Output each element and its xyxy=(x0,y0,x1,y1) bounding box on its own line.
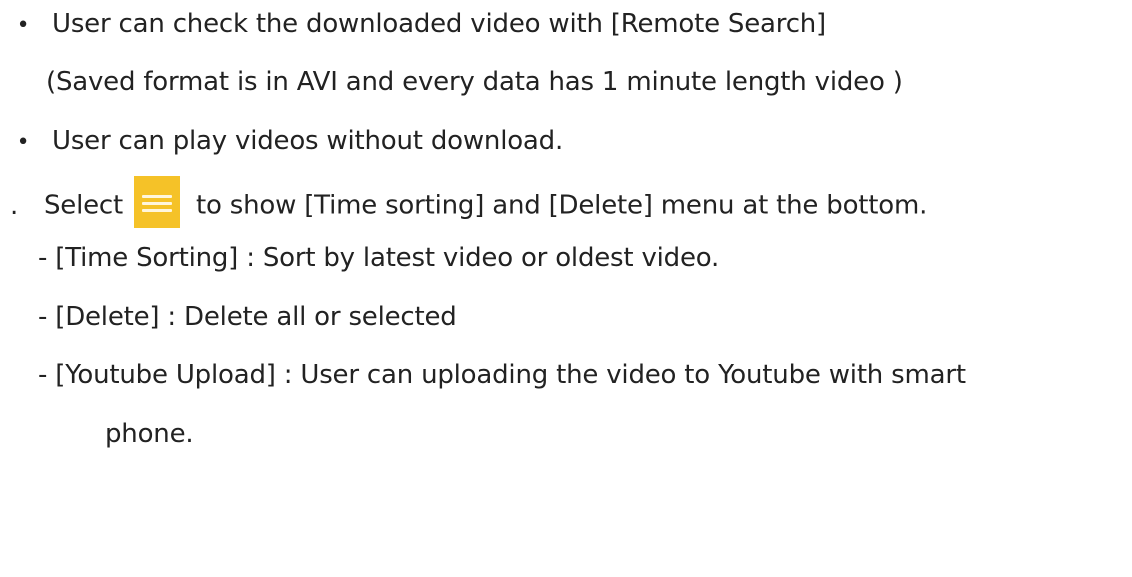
bullet-line-remote-search: • User can check the downloaded video wit… xyxy=(0,4,827,44)
youtube-upload-line: - [Youtube Upload] : User can uploading … xyxy=(0,355,966,395)
saved-format-text: (Saved format is in AVI and every data h… xyxy=(46,67,903,97)
bullet-mark: • xyxy=(16,130,30,155)
select-menu-description: to show [Time sorting] and [Delete] menu… xyxy=(196,190,928,221)
youtube-upload-text: - [Youtube Upload] : User can uploading … xyxy=(38,360,966,390)
time-sorting-line: - [Time Sorting] : Sort by latest video … xyxy=(0,238,719,278)
play-videos-text: User can play videos without download. xyxy=(52,126,564,156)
bullet-line-play-videos: • User can play videos without download. xyxy=(0,121,564,161)
delete-text: - [Delete] : Delete all or selected xyxy=(38,302,457,332)
saved-format-note: (Saved format is in AVI and every data h… xyxy=(0,62,903,102)
delete-line: - [Delete] : Delete all or selected xyxy=(0,297,457,337)
remote-search-text: User can check the downloaded video with… xyxy=(52,9,827,39)
select-label: Select xyxy=(44,190,124,221)
dot-mark: . xyxy=(10,190,19,221)
bullet-mark: • xyxy=(16,13,30,38)
select-menu-line: . Select to show [Time sorting] and [Delet… xyxy=(0,176,928,228)
time-sorting-text: - [Time Sorting] : Sort by latest video … xyxy=(38,243,720,273)
youtube-upload-continuation: phone. xyxy=(0,414,194,454)
hamburger-menu-icon xyxy=(134,176,181,228)
youtube-upload-cont-text: phone. xyxy=(105,419,194,449)
